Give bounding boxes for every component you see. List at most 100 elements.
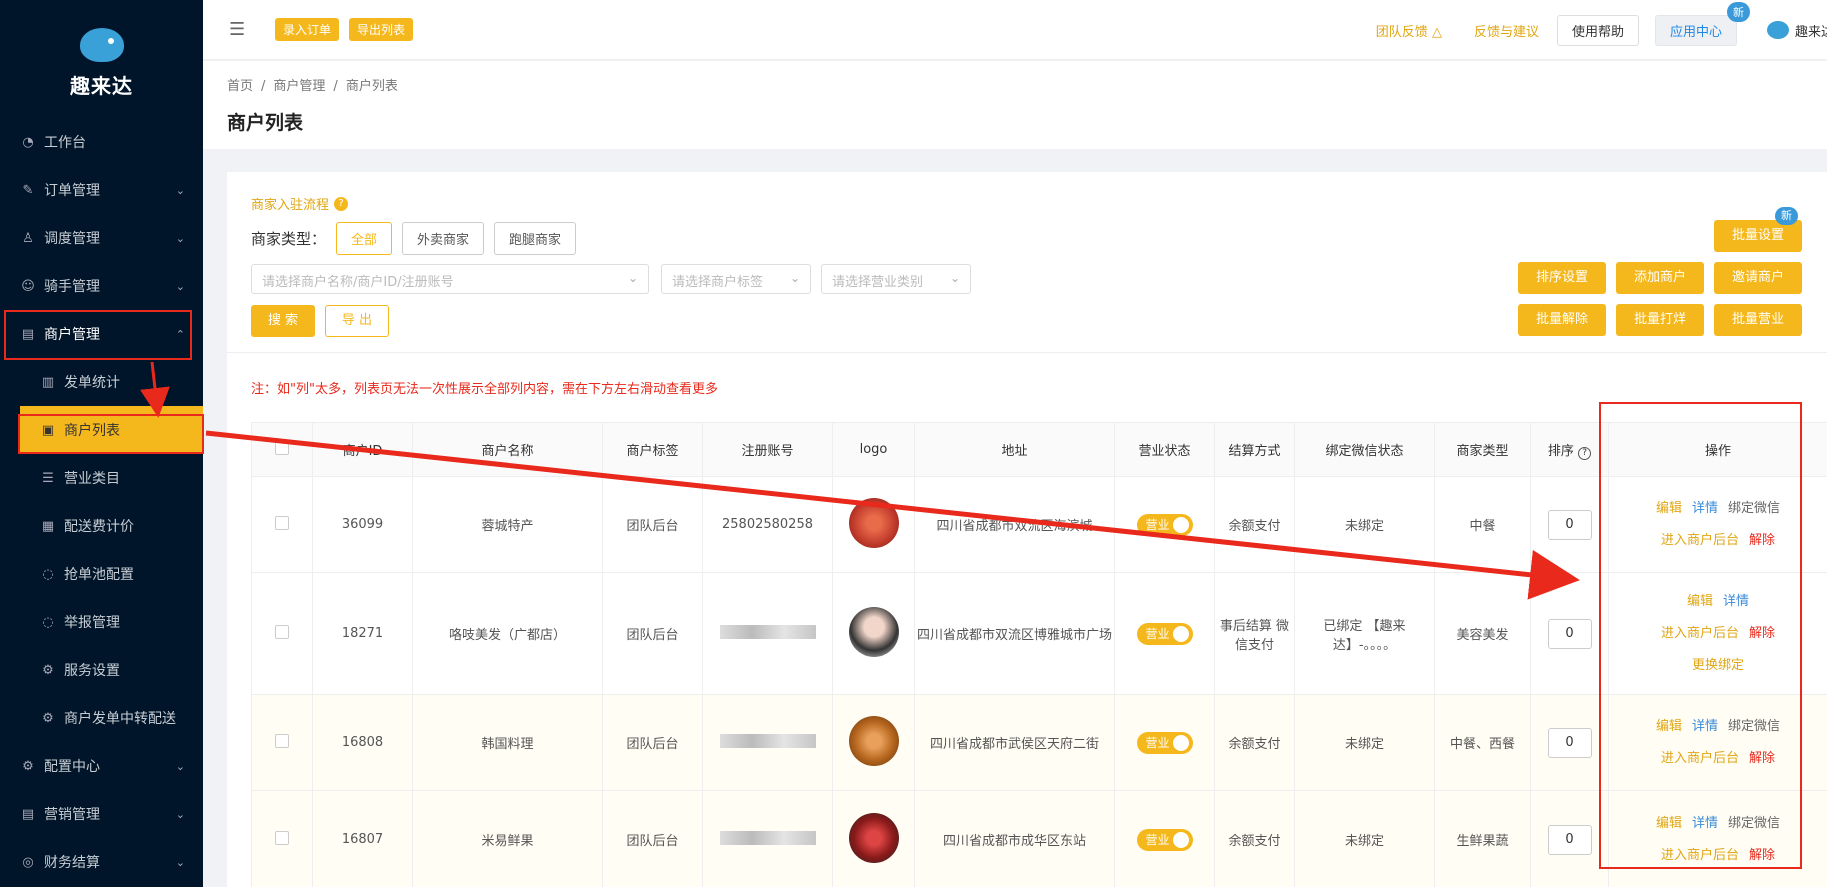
sidebar-item-label: 营业类目 xyxy=(64,471,120,487)
table-row: 36099 蓉城特产 团队后台 25802580258 四川省成都市双流区海滨城… xyxy=(251,476,1827,573)
chevron-down-icon: ⌄ xyxy=(175,807,185,821)
sidebar-subitem-order-stats[interactable]: ▥ 发单统计 xyxy=(0,358,203,406)
breadcrumb-home[interactable]: 首页 xyxy=(227,79,253,94)
sort-input[interactable]: 0 xyxy=(1547,509,1592,540)
business-status-toggle[interactable]: 营业 xyxy=(1136,731,1193,754)
row-checkbox[interactable] xyxy=(275,733,289,748)
toggle-label: 营业 xyxy=(1145,518,1170,532)
sidebar-subitem-order-pool[interactable]: ◌ 抢单池配置 xyxy=(0,550,203,598)
search-button[interactable]: 搜 索 xyxy=(251,305,315,337)
merchant-address: 四川省成都市双流区博雅城市广场 xyxy=(914,572,1115,695)
sort-cell: 0 xyxy=(1530,476,1609,573)
sidebar-item-label: 订单管理 xyxy=(44,183,100,199)
type-takeout-button[interactable]: 外卖商家 xyxy=(402,222,485,255)
row-checkbox-cell xyxy=(251,694,313,791)
merchant-logo xyxy=(848,812,899,863)
sidebar-item-label: 抢单池配置 xyxy=(64,567,134,583)
sidebar-item-label: 配送费计价 xyxy=(64,519,134,535)
row-checkbox[interactable] xyxy=(275,830,289,845)
sidebar-subitem-relay-delivery[interactable]: ⚙ 商户发单中转配送 xyxy=(0,694,203,742)
merchant-tag: 团队后台 xyxy=(602,694,703,791)
store-icon: ▤ xyxy=(21,806,35,822)
app-logo: 趣来达 xyxy=(0,0,203,118)
export-button[interactable]: 导 出 xyxy=(325,305,389,337)
row-checkbox[interactable] xyxy=(275,624,289,639)
sort-input[interactable]: 0 xyxy=(1547,727,1592,758)
onboarding-flow-link[interactable]: 商家入驻流程? xyxy=(251,194,349,213)
column-header: 绑定微信状态 xyxy=(1294,422,1435,477)
merchant-select-placeholder: 请选择商户名称/商户ID/注册账号 xyxy=(262,275,454,290)
toggle-knob xyxy=(1172,831,1189,848)
business-status-toggle[interactable]: 营业 xyxy=(1136,622,1193,645)
merchant-type: 生鲜果蔬 xyxy=(1434,790,1531,887)
merchant-address: 四川省成都市武侯区天府二街 xyxy=(914,694,1115,791)
app-name: 趣来达 xyxy=(70,73,133,98)
sidebar-item-label: 服务设置 xyxy=(64,663,120,679)
merchant-type: 美容美发 xyxy=(1434,572,1531,695)
sidebar-item-orders[interactable]: ✎ 订单管理 ⌄ xyxy=(0,166,203,214)
feedback-link[interactable]: 反馈与建议 xyxy=(1474,21,1539,40)
merchant-select[interactable]: 请选择商户名称/商户ID/注册账号 ⌄ xyxy=(251,264,649,294)
chevron-down-icon: ⌄ xyxy=(175,855,185,869)
type-all-button[interactable]: 全部 xyxy=(336,222,393,255)
sidebar-item-riders[interactable]: ☺ 骑手管理 ⌄ xyxy=(0,262,203,310)
row-checkbox[interactable] xyxy=(275,515,289,530)
team-feedback-link[interactable]: 团队反馈 △ xyxy=(1376,21,1442,40)
sidebar-item-config-center[interactable]: ⚙ 配置中心 ⌄ xyxy=(0,742,203,790)
enter-order-button[interactable]: 录入订单 xyxy=(275,18,340,41)
annotation-box-merchant-list xyxy=(18,414,204,454)
settlement-method: 余额支付 xyxy=(1214,790,1295,887)
sort-input[interactable]: 0 xyxy=(1547,824,1592,855)
wallet-icon: ◎ xyxy=(22,854,34,870)
sidebar-subitem-business-category[interactable]: ☰ 营业类目 xyxy=(0,454,203,502)
merchant-id: 16807 xyxy=(312,790,413,887)
column-header: 商户标签 xyxy=(602,422,703,477)
table-header-row: 商户ID 商户名称 商户标签 注册账号 logo 地址 营业状态 结算方式 绑定… xyxy=(251,422,1827,477)
app-center-button[interactable]: 应用中心新 xyxy=(1654,1,1750,46)
sidebar-item-finance[interactable]: ◎ 财务结算 ⌄ xyxy=(0,838,203,886)
sidebar-item-marketing[interactable]: ▤ 营销管理 ⌄ xyxy=(0,790,203,838)
sidebar-subitem-delivery-fee[interactable]: ▦ 配送费计价 xyxy=(0,502,203,550)
annotation-box-merchant-menu xyxy=(4,310,192,360)
column-header: 注册账号 xyxy=(702,422,833,477)
sort-input[interactable]: 0 xyxy=(1547,618,1592,649)
help-icon[interactable]: ? xyxy=(1578,446,1592,460)
breadcrumb-merchant[interactable]: 商户管理 xyxy=(273,79,325,94)
sidebar-item-workbench[interactable]: ◔ 工作台 xyxy=(0,118,203,166)
sidebar-subitem-reports[interactable]: ◌ 举报管理 xyxy=(0,598,203,646)
smile-icon: ☺ xyxy=(21,278,35,294)
invite-merchant-button[interactable]: 邀请商户 xyxy=(1714,262,1802,294)
tag-select-placeholder: 请选择商户标签 xyxy=(672,275,764,290)
merchant-tag-select[interactable]: 请选择商户标签 ⌄ xyxy=(661,264,811,294)
edit-icon: ✎ xyxy=(22,182,34,198)
sidebar-item-dispatch[interactable]: ♙ 调度管理 ⌄ xyxy=(0,214,203,262)
row-checkbox-cell xyxy=(251,572,313,695)
business-status-toggle[interactable]: 营业 xyxy=(1136,828,1193,851)
business-category-select[interactable]: 请选择营业类别 ⌄ xyxy=(821,264,971,294)
sort-setting-button[interactable]: 排序设置 xyxy=(1518,262,1606,294)
list-icon: ☰ xyxy=(42,470,54,486)
business-status-toggle[interactable]: 营业 xyxy=(1136,513,1193,536)
table-row: 16807 米易鲜果 团队后台 四川省成都市成华区东站 营业 余额支付 未绑定 … xyxy=(251,790,1827,887)
add-merchant-button[interactable]: 添加商户 xyxy=(1616,262,1704,294)
batch-open-button[interactable]: 批量营业 xyxy=(1714,304,1802,336)
batch-close-button[interactable]: 批量打烊 xyxy=(1616,304,1704,336)
menu-collapse-icon[interactable]: ☰ xyxy=(229,19,249,40)
column-header: 结算方式 xyxy=(1214,422,1295,477)
registered-account xyxy=(702,790,833,887)
toggle-knob xyxy=(1172,516,1189,533)
gear-icon: ⚙ xyxy=(42,710,54,726)
batch-unbind-button[interactable]: 批量解除 xyxy=(1518,304,1606,336)
merchant-logo xyxy=(848,606,899,657)
app-center-label: 应用中心 xyxy=(1669,24,1722,40)
export-list-button[interactable]: 导出列表 xyxy=(349,18,414,41)
sidebar-subitem-service-settings[interactable]: ⚙ 服务设置 xyxy=(0,646,203,694)
sidebar-item-label: 营销管理 xyxy=(44,807,100,823)
help-button[interactable]: 使用帮助 xyxy=(1556,14,1639,46)
select-all-checkbox[interactable] xyxy=(275,440,289,455)
column-header: 营业状态 xyxy=(1114,422,1215,477)
breadcrumb-current: 商户列表 xyxy=(345,79,398,94)
type-errand-button[interactable]: 跑腿商家 xyxy=(494,222,577,255)
whale-logo-icon xyxy=(79,27,124,62)
user-menu[interactable]: 趣来达 xyxy=(1767,21,1827,40)
